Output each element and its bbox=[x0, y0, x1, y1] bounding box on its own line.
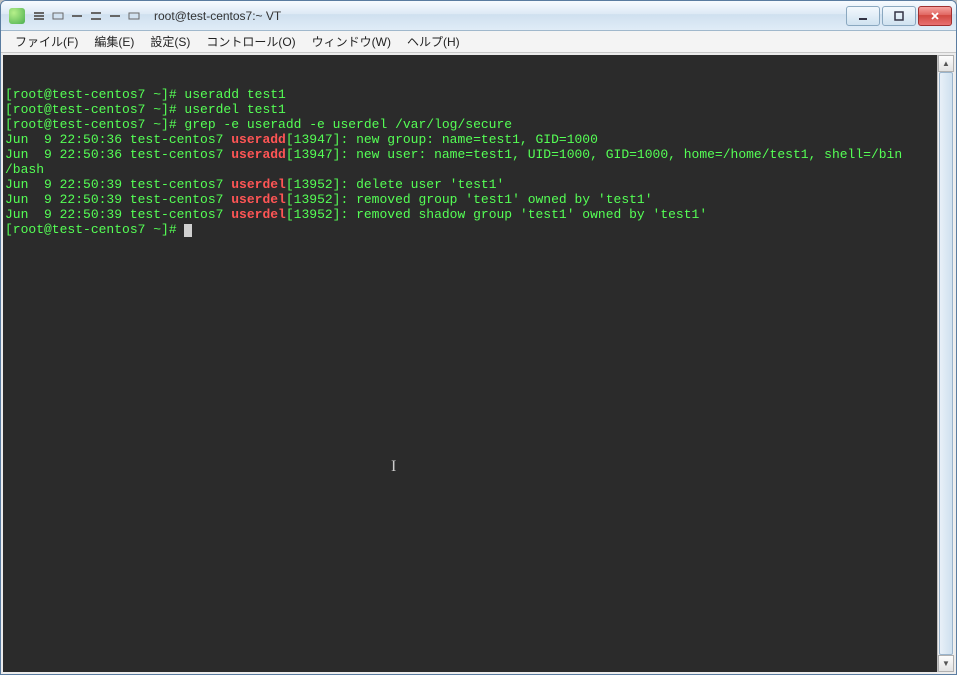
terminal-line: [root@test-centos7 ~]# useradd test1 bbox=[5, 87, 935, 102]
app-window: root@test-centos7:~ VT ファイル(F) 編集(E) 設定(… bbox=[0, 0, 957, 675]
window-title: root@test-centos7:~ VT bbox=[154, 9, 844, 23]
minimize-button[interactable] bbox=[846, 6, 880, 26]
terminal-line: /bash bbox=[5, 162, 935, 177]
scroll-thumb[interactable] bbox=[939, 72, 953, 655]
toolbar-btn-4[interactable] bbox=[88, 9, 104, 23]
block-cursor bbox=[184, 224, 192, 237]
scrollbar[interactable]: ▲ ▼ bbox=[937, 55, 954, 672]
terminal-prompt: [root@test-centos7 ~]# bbox=[5, 222, 935, 237]
menu-control[interactable]: コントロール(O) bbox=[198, 31, 303, 52]
terminal-line: Jun 9 22:50:39 test-centos7 userdel[1395… bbox=[5, 192, 935, 207]
terminal-line: Jun 9 22:50:39 test-centos7 userdel[1395… bbox=[5, 177, 935, 192]
menu-help[interactable]: ヘルプ(H) bbox=[399, 31, 468, 52]
terminal-line: Jun 9 22:50:39 test-centos7 userdel[1395… bbox=[5, 207, 935, 222]
toolbar-btn-2[interactable] bbox=[50, 9, 66, 23]
terminal-line: Jun 9 22:50:36 test-centos7 useradd[1394… bbox=[5, 147, 935, 162]
titlebar[interactable]: root@test-centos7:~ VT bbox=[1, 1, 956, 31]
menubar: ファイル(F) 編集(E) 設定(S) コントロール(O) ウィンドウ(W) ヘ… bbox=[1, 31, 956, 53]
menu-edit[interactable]: 編集(E) bbox=[86, 31, 142, 52]
terminal-line: [root@test-centos7 ~]# userdel test1 bbox=[5, 102, 935, 117]
close-button[interactable] bbox=[918, 6, 952, 26]
text-cursor-icon: I bbox=[391, 459, 396, 474]
toolbar-btn-5[interactable] bbox=[107, 9, 123, 23]
window-controls bbox=[844, 6, 952, 26]
quick-toolbar bbox=[31, 9, 142, 23]
toolbar-btn-3[interactable] bbox=[69, 9, 85, 23]
scroll-up-button[interactable]: ▲ bbox=[938, 55, 954, 72]
app-icon bbox=[9, 8, 25, 24]
menu-file[interactable]: ファイル(F) bbox=[7, 31, 86, 52]
terminal[interactable]: [root@test-centos7 ~]# useradd test1[roo… bbox=[3, 55, 937, 672]
terminal-line: Jun 9 22:50:36 test-centos7 useradd[1394… bbox=[5, 132, 935, 147]
toolbar-btn-6[interactable] bbox=[126, 9, 142, 23]
menu-settings[interactable]: 設定(S) bbox=[142, 31, 198, 52]
menu-window[interactable]: ウィンドウ(W) bbox=[304, 31, 399, 52]
scroll-down-button[interactable]: ▼ bbox=[938, 655, 954, 672]
scroll-track[interactable] bbox=[938, 72, 954, 655]
maximize-button[interactable] bbox=[882, 6, 916, 26]
terminal-container: [root@test-centos7 ~]# useradd test1[roo… bbox=[1, 53, 956, 674]
toolbar-btn-1[interactable] bbox=[31, 9, 47, 23]
terminal-line: [root@test-centos7 ~]# grep -e useradd -… bbox=[5, 117, 935, 132]
